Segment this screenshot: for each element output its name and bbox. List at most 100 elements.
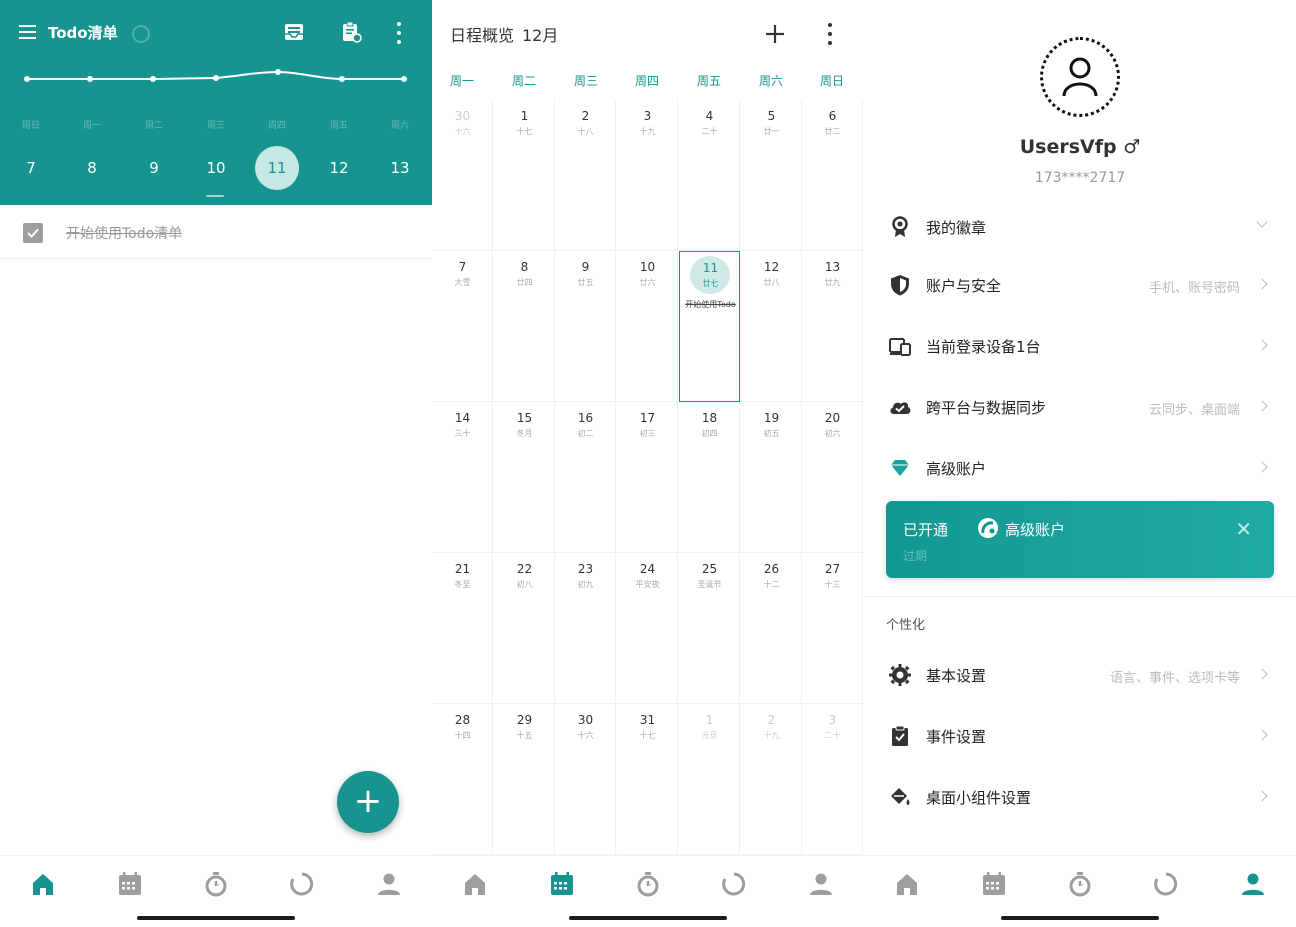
- lunar-date: 十九: [639, 127, 656, 136]
- settings-row-events[interactable]: 事件设置: [864, 711, 1296, 761]
- day-selector-13[interactable]: 13: [378, 146, 422, 190]
- lunar-date: 初六: [824, 429, 841, 438]
- menu-row-badges[interactable]: 我的徽章: [864, 202, 1296, 252]
- calendar-event[interactable]: 开始使用Todo: [682, 299, 739, 310]
- settings-row-widgets[interactable]: 桌面小组件设置: [864, 772, 1296, 822]
- calendar-day[interactable]: 17 初三: [617, 402, 678, 553]
- calendar-day[interactable]: 14 三十: [432, 402, 493, 553]
- calendar-day[interactable]: 20 初六: [802, 402, 863, 553]
- day-selector-12[interactable]: 12: [317, 146, 361, 190]
- add-todo-button[interactable]: +: [337, 771, 399, 833]
- timer-icon[interactable]: [202, 871, 230, 897]
- weekday-label: 周三: [206, 121, 225, 131]
- progress-ring-icon[interactable]: [1152, 871, 1180, 897]
- devices-icon: [889, 338, 911, 356]
- lunar-date: 廿九: [824, 278, 841, 287]
- more-options-icon[interactable]: [396, 22, 402, 44]
- menu-row-sync[interactable]: 跨平台与数据同步 云同步、桌面端: [864, 382, 1296, 432]
- lunar-date: 十六: [577, 731, 594, 740]
- calendar-day[interactable]: 12 廿八: [741, 251, 802, 402]
- inbox-icon[interactable]: [282, 20, 306, 44]
- calendar-day[interactable]: 23 初九: [555, 553, 616, 704]
- add-event-icon[interactable]: [765, 24, 785, 44]
- calendar-day[interactable]: 18 初四: [679, 402, 740, 553]
- avatar[interactable]: [1040, 37, 1120, 117]
- home-icon[interactable]: [461, 871, 489, 897]
- calendar-day[interactable]: 22 初八: [494, 553, 555, 704]
- weekday-header: 周二: [511, 74, 536, 88]
- day-number: 2: [581, 109, 590, 123]
- timer-icon[interactable]: [634, 871, 662, 897]
- settings-row-basic[interactable]: 基本设置 语言、事件、选项卡等: [864, 650, 1296, 700]
- progress-ring-icon[interactable]: [288, 871, 316, 897]
- lunar-date: 初三: [639, 429, 656, 438]
- menu-hint: 云同步、桌面端: [1148, 403, 1240, 418]
- calendar-icon[interactable]: [548, 871, 576, 897]
- lunar-date: 廿八: [763, 278, 780, 287]
- calendar-day[interactable]: 30 十六: [432, 100, 493, 251]
- calendar-day[interactable]: 31 十七: [617, 704, 678, 855]
- calendar-day[interactable]: 21 冬至: [432, 553, 493, 704]
- home-icon[interactable]: [29, 871, 57, 897]
- todo-list-item[interactable]: 开始使用Todo清单: [0, 205, 432, 259]
- today-indicator: [206, 195, 224, 197]
- calendar-day[interactable]: 26 十二: [741, 553, 802, 704]
- calendar-day[interactable]: 4 二十: [679, 100, 740, 251]
- day-number: 11: [702, 261, 719, 275]
- day-selector-10[interactable]: 10: [194, 146, 238, 190]
- settings-label: 基本设置: [926, 667, 987, 685]
- home-icon[interactable]: [893, 871, 921, 897]
- calendar-day[interactable]: 9 廿五: [555, 251, 616, 402]
- calendar-day-today[interactable]: 11 廿七 开始使用Todo: [679, 251, 740, 402]
- menu-icon[interactable]: [19, 25, 36, 39]
- calendar-icon[interactable]: [980, 871, 1008, 897]
- calendar-day[interactable]: 13 廿九: [802, 251, 863, 402]
- day-selector-9[interactable]: 9: [132, 146, 176, 190]
- calendar-day[interactable]: 5 廿一: [741, 100, 802, 251]
- day-number: 12: [763, 260, 780, 274]
- menu-row-premium[interactable]: 高级账户: [864, 443, 1296, 493]
- day-selector-8[interactable]: 8: [70, 146, 114, 190]
- menu-row-devices[interactable]: 当前登录设备1台: [864, 321, 1296, 371]
- calendar-day[interactable]: 30 十六: [555, 704, 616, 855]
- day-selector-11-selected[interactable]: 11: [255, 146, 299, 190]
- calendar-screen: 日程概览 12月 周一 周二 周三 周四 周五 周六 周日 30 十六 1 十七 2 十八…: [432, 0, 864, 927]
- diamond-icon: [891, 460, 909, 476]
- day-number: 3: [828, 713, 837, 727]
- clipboard-sync-icon[interactable]: [339, 20, 363, 44]
- month-label[interactable]: 12月: [522, 22, 558, 46]
- calendar-day[interactable]: 24 平安夜: [617, 553, 678, 704]
- close-icon[interactable]: ✕: [1235, 517, 1252, 541]
- calendar-day[interactable]: 10 廿六: [617, 251, 678, 402]
- calendar-day[interactable]: 28 十四: [432, 704, 493, 855]
- calendar-day[interactable]: 3 二十: [802, 704, 863, 855]
- person-icon[interactable]: [375, 871, 403, 897]
- calendar-day[interactable]: 6 廿二: [802, 100, 863, 251]
- calendar-day[interactable]: 15 冬月: [494, 402, 555, 553]
- calendar-day[interactable]: 2 十九: [741, 704, 802, 855]
- day-number: 9: [581, 260, 590, 274]
- calendar-day[interactable]: 19 初五: [741, 402, 802, 553]
- progress-ring-icon[interactable]: [720, 871, 748, 897]
- calendar-day[interactable]: 7 大雪: [432, 251, 493, 402]
- calendar-day[interactable]: 1 元旦: [679, 704, 740, 855]
- menu-row-account-security[interactable]: 账户与安全 手机、账号密码: [864, 260, 1296, 310]
- username: UsersVfp: [1019, 136, 1117, 158]
- calendar-icon[interactable]: [116, 871, 144, 897]
- calendar-day[interactable]: 1 十七: [494, 100, 555, 251]
- day-selector-7[interactable]: 7: [9, 146, 53, 190]
- calendar-day[interactable]: 2 十八: [555, 100, 616, 251]
- calendar-day[interactable]: 8 廿四: [494, 251, 555, 402]
- checkbox-checked-icon[interactable]: [23, 223, 43, 243]
- calendar-day[interactable]: 29 十五: [494, 704, 555, 855]
- more-options-icon[interactable]: [827, 23, 833, 45]
- username-line: UsersVfp ♂: [864, 136, 1296, 158]
- timer-icon[interactable]: [1066, 871, 1094, 897]
- person-icon[interactable]: [807, 871, 835, 897]
- calendar-day[interactable]: 27 十三: [802, 553, 863, 704]
- calendar-day[interactable]: 25 圣诞节: [679, 553, 740, 704]
- calendar-day[interactable]: 3 十九: [617, 100, 678, 251]
- premium-status-card[interactable]: 已开通 高级账户 过期 ✕: [886, 501, 1274, 578]
- person-icon[interactable]: [1239, 871, 1267, 897]
- calendar-day[interactable]: 16 初二: [555, 402, 616, 553]
